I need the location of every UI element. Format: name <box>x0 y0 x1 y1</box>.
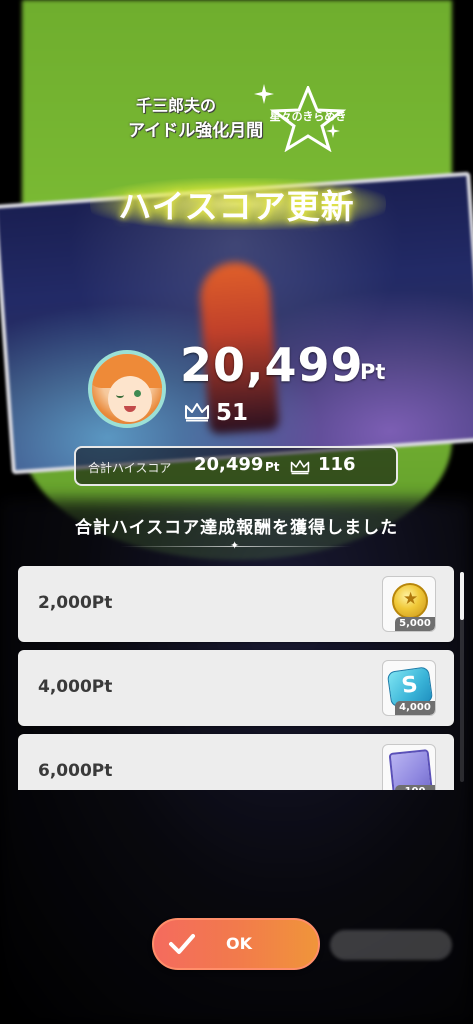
secondary-button[interactable] <box>330 930 452 960</box>
sparkle-icon <box>326 124 340 138</box>
crown-icon <box>185 403 209 422</box>
check-icon <box>169 934 195 954</box>
reward-item-thumb: 100 <box>382 744 436 790</box>
total-high-score-box: 合計ハイスコア 20,499 Pt 116 <box>74 446 398 486</box>
gold-coin-icon: ★ <box>392 583 428 619</box>
total-rank: 116 <box>318 454 356 475</box>
reward-threshold: 2,000Pt <box>38 593 113 613</box>
reward-quantity: 5,000 <box>395 617 435 631</box>
reward-item[interactable]: 2,000Pt ★ 5,000 <box>18 566 454 642</box>
reward-item[interactable]: 6,000Pt 100 <box>18 734 454 790</box>
star-logo-icon: 星々のきらめき <box>270 86 347 152</box>
divider-sparkle-icon: ✦ <box>230 539 240 552</box>
rank-value: 51 <box>216 400 249 426</box>
scrollbar-thumb[interactable] <box>460 572 464 620</box>
event-logo: 千三郎夫の アイドル強化月間 星々のきらめき <box>128 86 348 152</box>
reward-threshold: 6,000Pt <box>38 761 113 781</box>
reward-quantity: 4,000 <box>395 701 435 715</box>
sparkle-icon <box>254 84 274 104</box>
reward-quantity: 100 <box>395 785 435 790</box>
reward-item[interactable]: 4,000Pt S 4,000 <box>18 650 454 726</box>
ok-button-label: OK <box>226 934 252 953</box>
purple-ticket-icon <box>388 749 434 790</box>
score-value: 20,499 <box>180 338 364 392</box>
idol-avatar <box>88 350 166 428</box>
reward-item-thumb: S 4,000 <box>382 660 436 716</box>
reward-threshold: 4,000Pt <box>38 677 113 697</box>
ok-button[interactable]: OK <box>152 918 320 970</box>
total-label: 合計ハイスコア <box>88 461 172 475</box>
reward-list[interactable]: 2,000Pt ★ 5,000 4,000Pt S 4,000 6,000Pt … <box>18 566 456 790</box>
event-logo-line1: 千三郎夫の <box>136 96 217 115</box>
event-logo-sub: 星々のきらめき <box>270 110 347 123</box>
total-score-unit: Pt <box>265 460 280 474</box>
reward-message: 合計ハイスコア達成報酬を獲得しました <box>74 518 399 538</box>
score-unit: Pt <box>360 360 386 384</box>
crown-icon <box>290 460 310 475</box>
total-score: 20,499 <box>194 454 264 475</box>
reward-item-thumb: ★ 5,000 <box>382 576 436 632</box>
high-score-banner: ハイスコア更新 <box>118 187 355 226</box>
event-logo-line2: アイドル強化月間 <box>128 121 264 141</box>
